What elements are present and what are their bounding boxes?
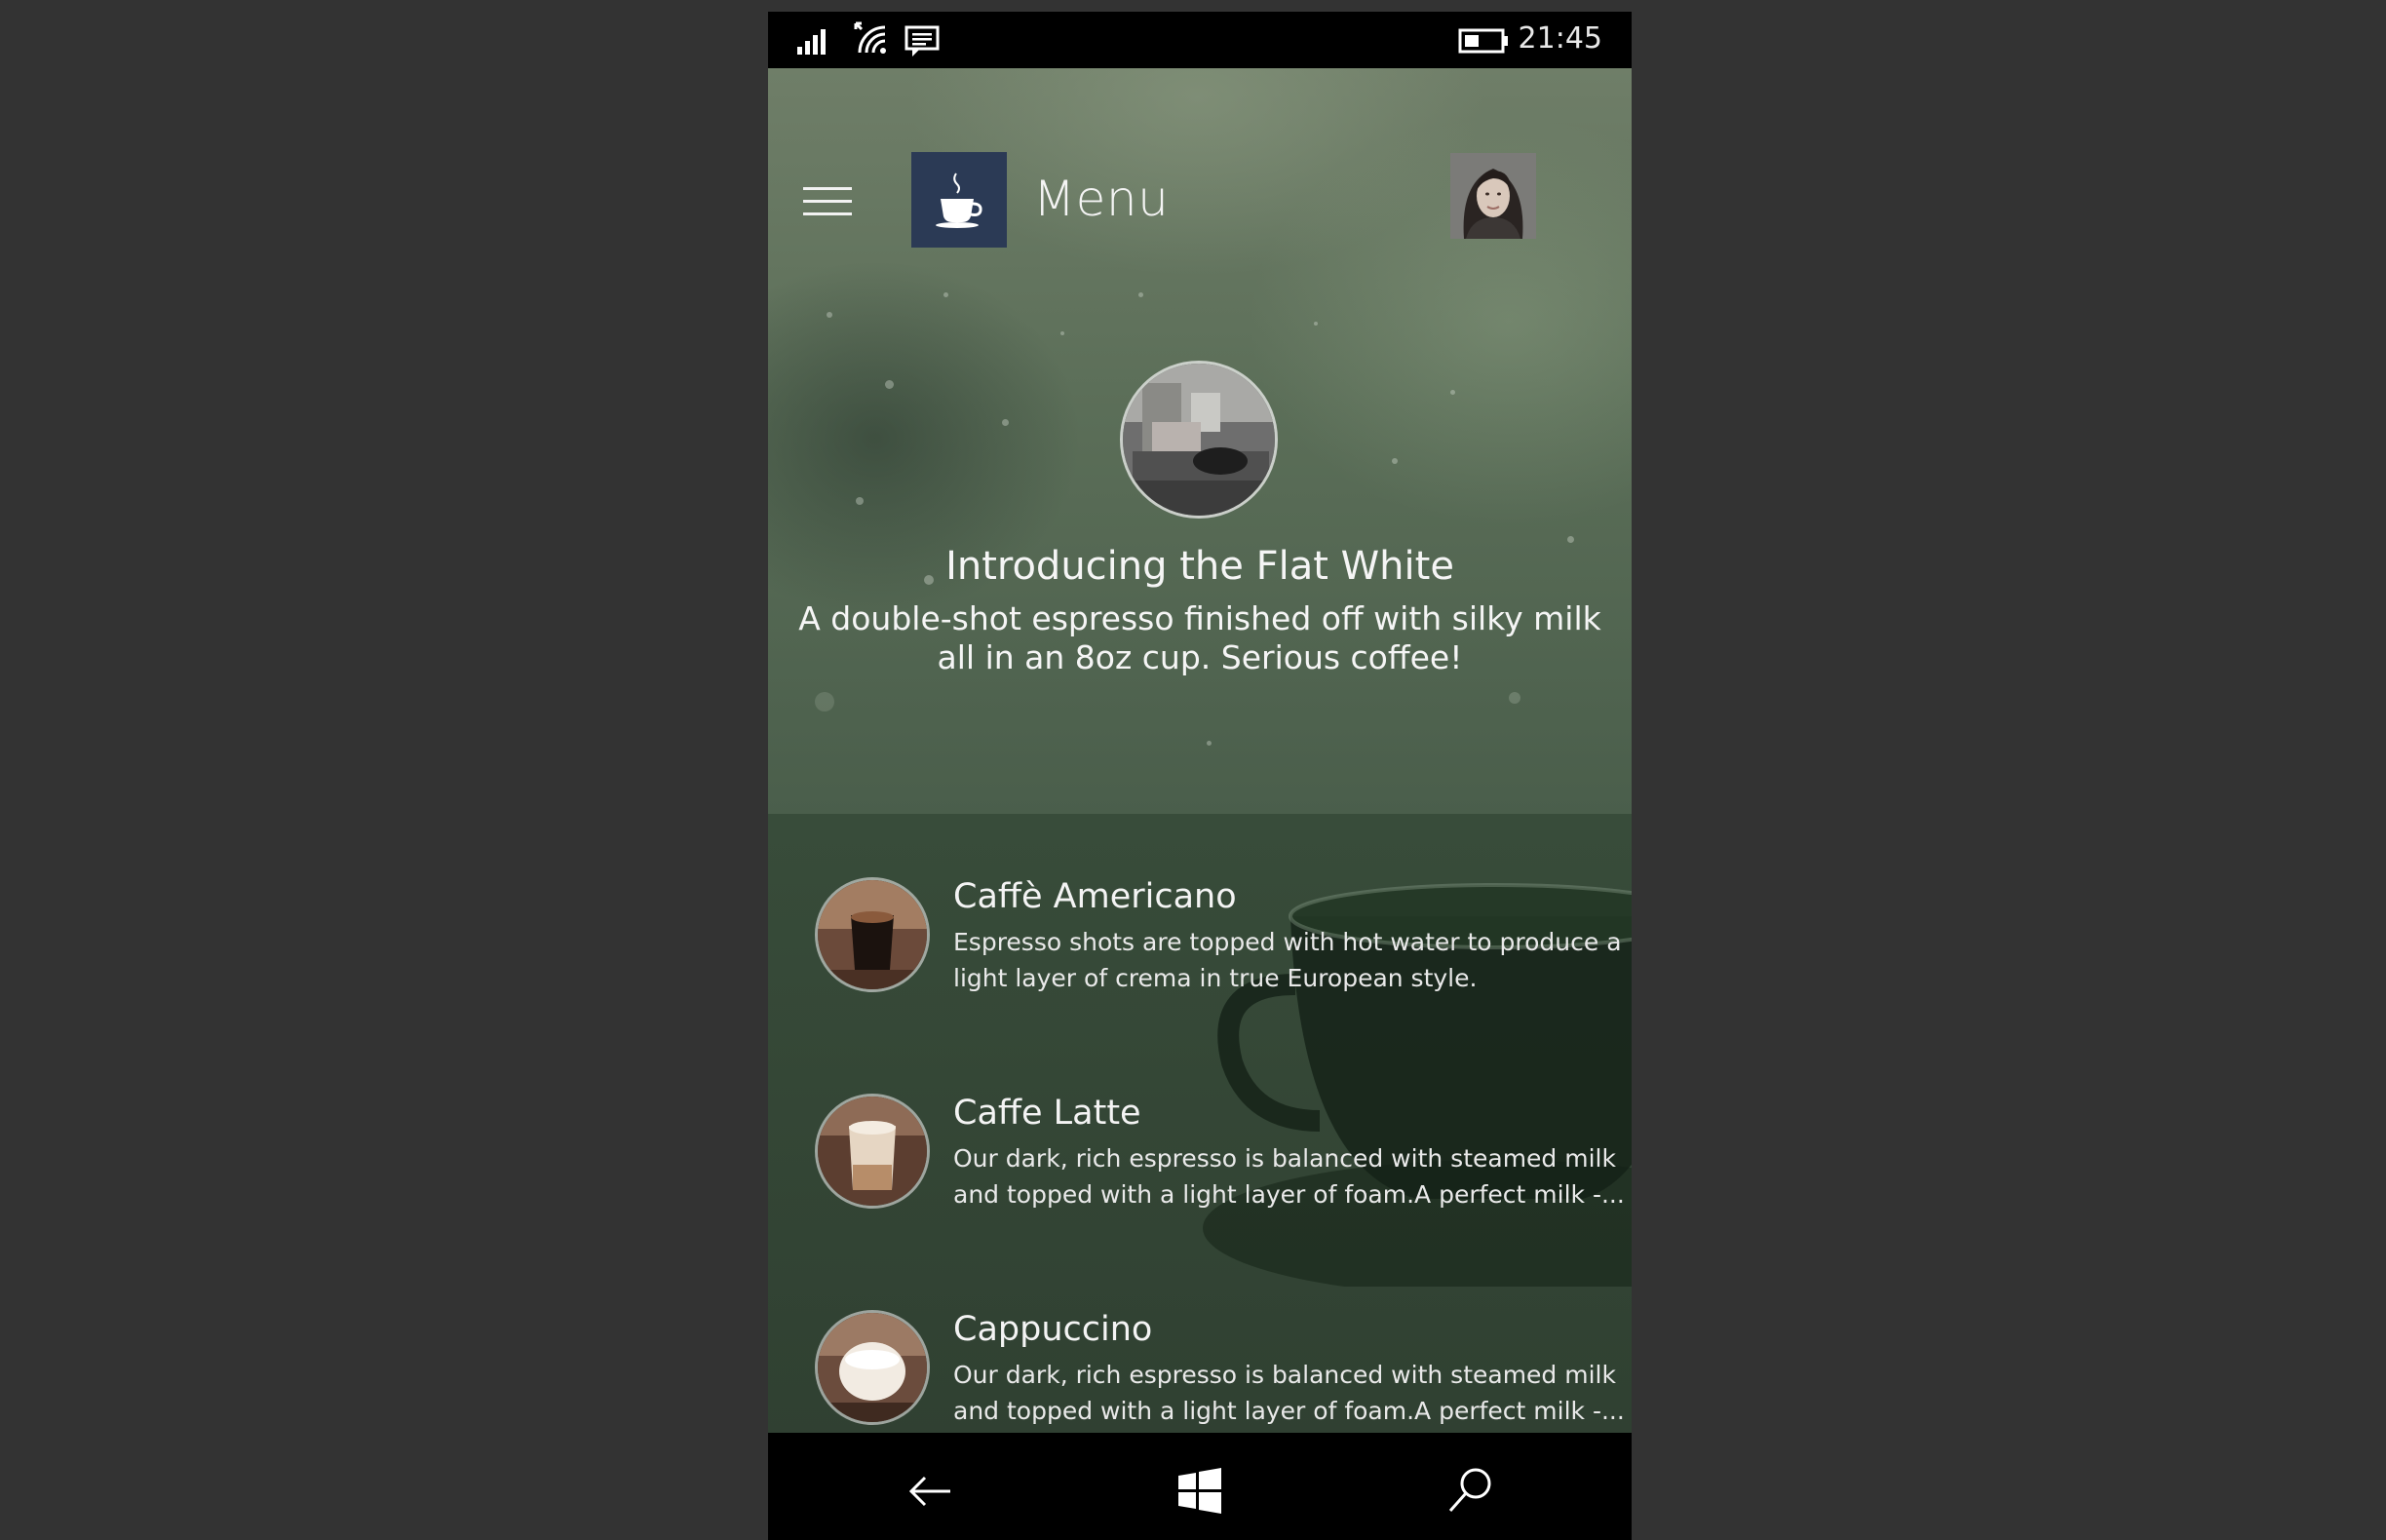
featured-drink-image[interactable] [1120, 361, 1278, 519]
item-name: Caffe Latte [953, 1094, 1141, 1133]
navigation-bar [768, 1433, 1632, 1540]
page-title: Menu [1033, 171, 1170, 227]
battery-icon [1458, 27, 1511, 58]
item-name: Caffè Americano [953, 877, 1237, 916]
americano-image [815, 877, 930, 992]
user-avatar[interactable] [1450, 153, 1536, 239]
signal-icon [797, 25, 832, 58]
menu-item-cappuccino[interactable]: Cappuccino Our dark, rich espresso is ba… [768, 1310, 1632, 1433]
item-description: Our dark, rich espresso is balanced with… [953, 1361, 1625, 1425]
featured-title: Introducing the Flat White [945, 544, 1454, 589]
status-bar: 21:45 [768, 12, 1632, 68]
featured-description: A double-shot espresso finished off with… [798, 599, 1601, 676]
menu-item-latte[interactable]: Caffe Latte Our dark, rich espresso is b… [768, 1094, 1632, 1230]
item-name: Cappuccino [953, 1310, 1153, 1349]
hamburger-menu-button[interactable] [803, 187, 852, 220]
app-screen: Menu Introducing the Flat White A double… [768, 68, 1632, 1433]
menu-item-americano[interactable]: Caffè Americano Espresso shots are toppe… [768, 877, 1632, 1014]
wifi-icon [852, 18, 891, 60]
latte-image [815, 1094, 930, 1209]
search-icon[interactable] [1441, 1462, 1499, 1521]
status-clock: 21:45 [1518, 21, 1602, 56]
coffee-cup-icon [911, 152, 1007, 248]
item-description: Espresso shots are topped with hot water… [953, 928, 1622, 992]
message-icon [904, 25, 942, 62]
windows-start-icon[interactable] [1171, 1462, 1229, 1521]
back-arrow-icon[interactable] [902, 1462, 960, 1521]
item-description: Our dark, rich espresso is balanced with… [953, 1144, 1625, 1209]
phone-frame: 21:45 Menu Introducing the Flat White A … [768, 12, 1632, 1540]
cappuccino-image [815, 1310, 930, 1425]
